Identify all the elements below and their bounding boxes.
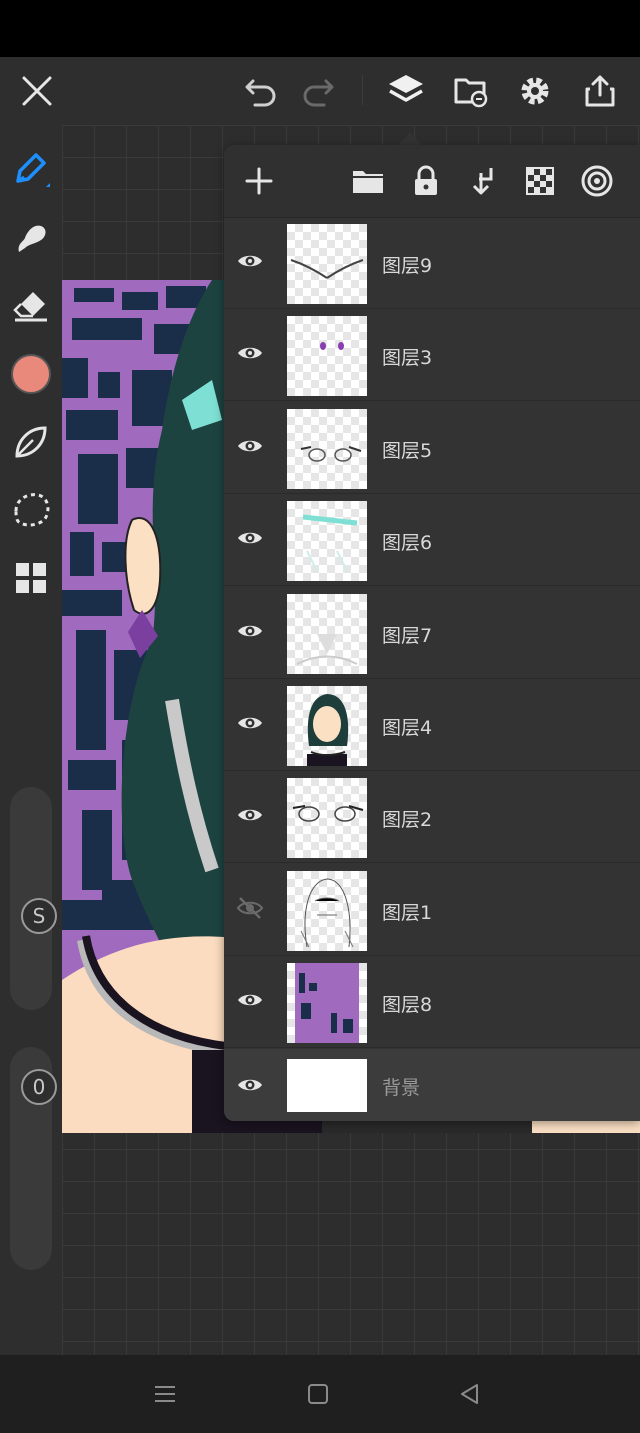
redo-icon[interactable] xyxy=(298,71,338,111)
eraser-tool-icon[interactable] xyxy=(8,283,54,329)
layer-name: 图层9 xyxy=(382,255,433,277)
eye-icon[interactable] xyxy=(234,1069,266,1101)
layer-name: 图层8 xyxy=(382,994,433,1017)
folder-icon[interactable] xyxy=(350,163,386,199)
lock-icon[interactable] xyxy=(408,163,444,199)
gear-icon[interactable] xyxy=(515,71,555,111)
color-swatch[interactable] xyxy=(8,351,54,397)
share-icon[interactable] xyxy=(580,71,620,111)
transparency-icon[interactable] xyxy=(522,163,558,199)
opacity-slider-knob[interactable]: 0 xyxy=(21,1069,57,1105)
layer-row[interactable]: 图层9 xyxy=(224,217,640,309)
layer-row[interactable]: 图层7 xyxy=(224,587,640,679)
top-toolbar xyxy=(0,57,640,125)
layer-name: 图层4 xyxy=(382,717,433,739)
back-icon[interactable] xyxy=(455,1379,485,1409)
layers-panel-pointer xyxy=(398,133,422,145)
layer-row[interactable]: 图层5 xyxy=(224,402,640,494)
eye-icon[interactable] xyxy=(234,984,266,1016)
layer-name: 图层1 xyxy=(382,901,433,924)
merge-down-icon[interactable] xyxy=(466,163,502,199)
size-slider-knob[interactable]: S xyxy=(21,898,57,934)
menu-icon[interactable] xyxy=(150,1379,180,1409)
lasso-fill-tool-icon[interactable] xyxy=(8,419,54,465)
eye-hidden-icon[interactable] xyxy=(234,892,266,924)
undo-icon[interactable] xyxy=(241,71,281,111)
layer-row[interactable]: 背景 xyxy=(224,1048,640,1121)
layer-thumbnail xyxy=(287,408,367,489)
brush-tool-icon[interactable] xyxy=(8,147,54,193)
grid-menu-icon[interactable] xyxy=(8,555,54,601)
layer-name: 图层6 xyxy=(382,532,433,555)
layer-name: 图层7 xyxy=(382,624,433,647)
eye-icon[interactable] xyxy=(234,522,266,554)
eye-icon[interactable] xyxy=(234,245,266,277)
layer-name: 图层2 xyxy=(382,809,433,832)
system-nav-bar xyxy=(0,1355,640,1433)
brush-size-slider[interactable]: S xyxy=(10,787,57,1010)
layer-name: 图层5 xyxy=(382,439,433,462)
layers-panel: 图层9 图层3 图层5 图层6 图层7 图层4 图层2 图层1 图层8 背景 xyxy=(224,145,640,1121)
eye-icon[interactable] xyxy=(234,430,266,462)
layer-thumbnail xyxy=(287,224,367,304)
eye-icon[interactable] xyxy=(234,615,266,647)
layer-thumbnail xyxy=(287,1058,367,1112)
layer-row[interactable]: 图层6 xyxy=(224,494,640,587)
status-bar xyxy=(0,0,640,57)
eye-icon[interactable] xyxy=(234,337,266,369)
home-icon[interactable] xyxy=(303,1379,333,1409)
layer-name: 图层3 xyxy=(382,347,433,370)
smudge-tool-icon[interactable] xyxy=(8,215,54,261)
toolbar-divider xyxy=(362,75,363,105)
layer-row[interactable]: 图层2 xyxy=(224,771,640,864)
layer-name: 背景 xyxy=(382,1076,421,1099)
layers-toolbar xyxy=(224,145,640,218)
layer-thumbnail xyxy=(287,593,367,674)
layers-icon[interactable] xyxy=(386,71,426,111)
opacity-slider[interactable]: 0 xyxy=(10,1047,57,1270)
gallery-icon[interactable] xyxy=(451,71,491,111)
tool-sidebar: S 0 xyxy=(0,125,62,1355)
layer-thumbnail xyxy=(287,501,367,582)
layer-thumbnail xyxy=(287,316,367,397)
close-icon[interactable] xyxy=(17,71,57,111)
eye-icon[interactable] xyxy=(234,707,266,739)
layer-row[interactable]: 图层8 xyxy=(224,956,640,1049)
layer-thumbnail xyxy=(287,778,367,859)
layer-row[interactable]: 图层4 xyxy=(224,679,640,771)
layer-thumbnail xyxy=(287,686,367,766)
layer-thumbnail xyxy=(287,963,367,1044)
layer-row[interactable]: 图层3 xyxy=(224,309,640,402)
eye-icon[interactable] xyxy=(234,799,266,831)
blend-mode-icon[interactable] xyxy=(579,163,615,199)
layer-row[interactable]: 图层1 xyxy=(224,864,640,956)
selection-tool-icon[interactable] xyxy=(8,487,54,533)
layer-thumbnail xyxy=(287,870,367,951)
add-layer-icon[interactable] xyxy=(241,163,277,199)
